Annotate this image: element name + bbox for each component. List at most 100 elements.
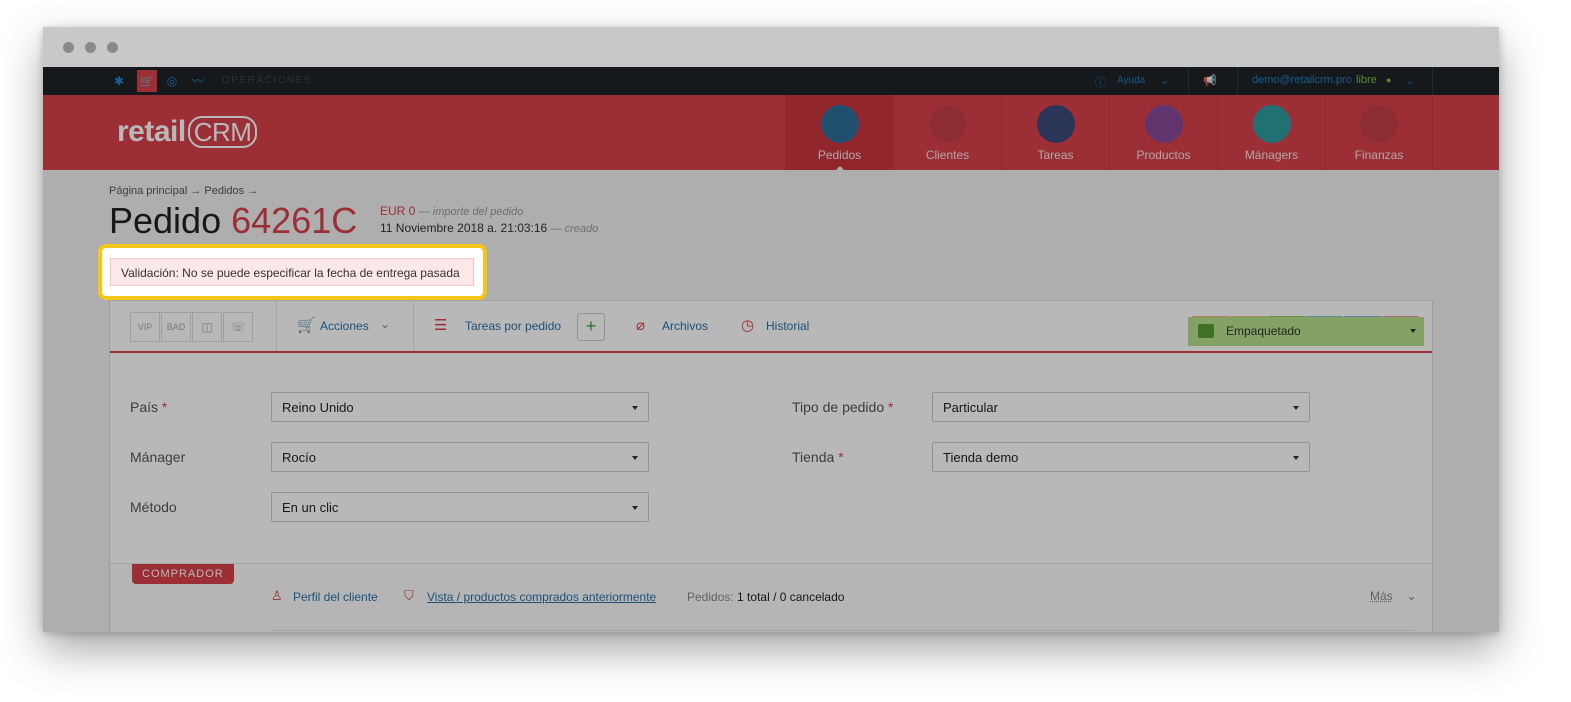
pais-label-text: País	[130, 399, 159, 415]
tasks-comment-icon: ☰	[434, 317, 448, 334]
person-icon: ♙	[271, 588, 283, 603]
validation-alert-highlight: Validación: No se puede especificar la f…	[98, 244, 487, 300]
window-maximize-dot[interactable]	[107, 42, 118, 53]
date-note: — creado	[550, 223, 599, 235]
status-label: Empaquetado	[1226, 324, 1301, 338]
tienda-label-text: Tienda	[792, 449, 835, 465]
clock-icon: ◷	[741, 317, 755, 334]
amount-note: — importe del pedido	[418, 206, 524, 218]
orders-value: 1 total / 0 cancelado	[737, 590, 845, 604]
tasks-link[interactable]: Tareas por pedido	[465, 319, 561, 333]
paperclip-icon: ⌀	[636, 317, 646, 334]
tienda-select[interactable]: Tienda demo	[932, 442, 1310, 472]
help-icon[interactable]: ⓘ	[1095, 74, 1106, 90]
logo-crm-text: CRM	[187, 116, 258, 148]
chevron-down-icon[interactable]: ⌄	[1160, 74, 1169, 87]
tienda-label: Tienda *	[792, 449, 844, 465]
orders-cart-icon	[820, 105, 859, 143]
amount-value: EUR 0	[380, 204, 416, 218]
tipo-pedido-select[interactable]: Particular	[932, 392, 1310, 422]
pais-label: País *	[130, 399, 167, 415]
analytics-chart-icon[interactable]: 〰	[190, 73, 206, 89]
order-date: 11 Noviembre 2018 a. 21:03:16 — creado	[380, 221, 598, 235]
packages-icon	[1198, 324, 1214, 338]
nav-item-tareas[interactable]: Tareas	[1001, 95, 1109, 170]
validation-alert: Validación: No se puede especificar la f…	[110, 258, 474, 286]
pais-select[interactable]: Reino Unido	[271, 392, 649, 422]
date-value: 11 Noviembre 2018 a. 21:03:16	[380, 221, 548, 235]
vip-tag[interactable]: VIP	[130, 312, 160, 342]
settings-gear-icon[interactable]: ✱	[111, 73, 127, 89]
more-toggle[interactable]: Más	[1370, 589, 1393, 603]
finances-document-icon	[1360, 105, 1398, 143]
required-mark: *	[888, 399, 894, 415]
nav-item-finanzas[interactable]: Finanzas	[1325, 95, 1433, 170]
divider	[276, 301, 277, 351]
caret-down-icon	[632, 456, 638, 460]
user-email[interactable]: demo@retailcrm.pro	[1252, 74, 1352, 86]
online-status-icon: ●	[1386, 75, 1392, 85]
window-close-dot[interactable]	[63, 42, 74, 53]
nav-item-clientes[interactable]: Clientes	[893, 95, 1001, 170]
orders-stat: Pedidos: 1 total / 0 cancelado	[687, 590, 844, 604]
nav-label: Pedidos	[817, 148, 862, 162]
nav-item-managers[interactable]: Mánagers	[1217, 95, 1325, 170]
order-toolbar: VIP BAD ◫ ☏ 🛒 Acciones ⌄ ☰ Tareas por pe…	[110, 301, 1432, 353]
customer-profile-link[interactable]: Perfil del cliente	[293, 590, 378, 604]
divider	[413, 301, 414, 351]
cart-icon[interactable]: 🛒	[137, 70, 157, 92]
shopping-bag-icon: ⛉	[404, 588, 414, 603]
caret-down-icon	[1293, 456, 1299, 460]
pais-value: Reino Unido	[282, 400, 354, 415]
bad-tag[interactable]: BAD	[161, 312, 191, 342]
metodo-select[interactable]: En un clic	[271, 492, 649, 522]
chevron-down-icon[interactable]: ⌄	[380, 317, 390, 331]
caret-down-icon	[632, 506, 638, 510]
plan-label: libre	[1356, 74, 1377, 86]
orders-label: Pedidos:	[687, 590, 734, 604]
status-dropdown[interactable]: Empaquetado	[1188, 317, 1424, 346]
page-title: Pedido 64261C	[109, 200, 357, 242]
window-titlebar	[43, 27, 1499, 67]
nav-label: Tareas	[1037, 148, 1074, 162]
tipo-pedido-label: Tipo de pedido *	[792, 399, 893, 415]
phone-tag-icon[interactable]: ☏	[223, 312, 253, 342]
support-lifebuoy-icon[interactable]: ◎	[164, 73, 180, 89]
retailcrm-logo[interactable]: retail CRM	[117, 115, 258, 149]
megaphone-icon[interactable]: 📢	[1203, 74, 1217, 87]
main-header: retail CRM Pedidos Clientes Tareas Produc…	[43, 95, 1499, 171]
status-progress	[1192, 308, 1422, 321]
validation-message: Validación: No se puede especificar la f…	[121, 266, 460, 280]
manager-label: Mánager	[130, 449, 186, 465]
required-mark: *	[838, 449, 844, 465]
chevron-down-icon[interactable]: ⌄	[1405, 74, 1414, 87]
metodo-label: Método	[130, 499, 177, 515]
files-link[interactable]: Archivos	[662, 319, 708, 333]
add-task-button[interactable]: +	[577, 313, 605, 341]
nav-item-productos[interactable]: Productos	[1109, 95, 1217, 170]
divider	[1237, 67, 1238, 95]
nav-label: Productos	[1136, 148, 1191, 162]
browser-window: ✱ 🛒 ◎ 〰 OPERACIONES ⓘ Ayuda ⌄ 📢 demo@ret…	[43, 27, 1499, 632]
purchase-history-link[interactable]: Vista / productos comprados anteriorment…	[427, 590, 656, 604]
top-strip: ✱ 🛒 ◎ 〰 OPERACIONES ⓘ Ayuda ⌄ 📢 demo@ret…	[43, 67, 1499, 95]
chevron-down-icon[interactable]: ⌄	[1406, 588, 1417, 604]
order-number: 64261C	[231, 200, 358, 241]
nav-item-pedidos[interactable]: Pedidos	[785, 95, 893, 171]
order-amount: EUR 0 — importe del pedido	[380, 204, 523, 218]
buyer-tag: COMPRADOR	[132, 564, 234, 584]
nav-label: Clientes	[925, 148, 970, 162]
window-minimize-dot[interactable]	[85, 42, 96, 53]
box-tag-icon[interactable]: ◫	[192, 312, 222, 342]
caret-down-icon	[1293, 406, 1299, 410]
manager-value: Rocío	[282, 450, 316, 465]
breadcrumb[interactable]: Página principal → Pedidos →	[109, 185, 258, 197]
cart-icon: 🛒	[297, 317, 316, 334]
order-card: VIP BAD ◫ ☏ 🛒 Acciones ⌄ ☰ Tareas por pe…	[109, 300, 1433, 632]
actions-dropdown[interactable]: Acciones	[320, 319, 369, 333]
help-link[interactable]: Ayuda	[1117, 75, 1145, 86]
manager-select[interactable]: Rocío	[271, 442, 649, 472]
history-link[interactable]: Historial	[766, 319, 809, 333]
required-mark: *	[161, 399, 168, 415]
clients-person-icon	[928, 105, 967, 143]
